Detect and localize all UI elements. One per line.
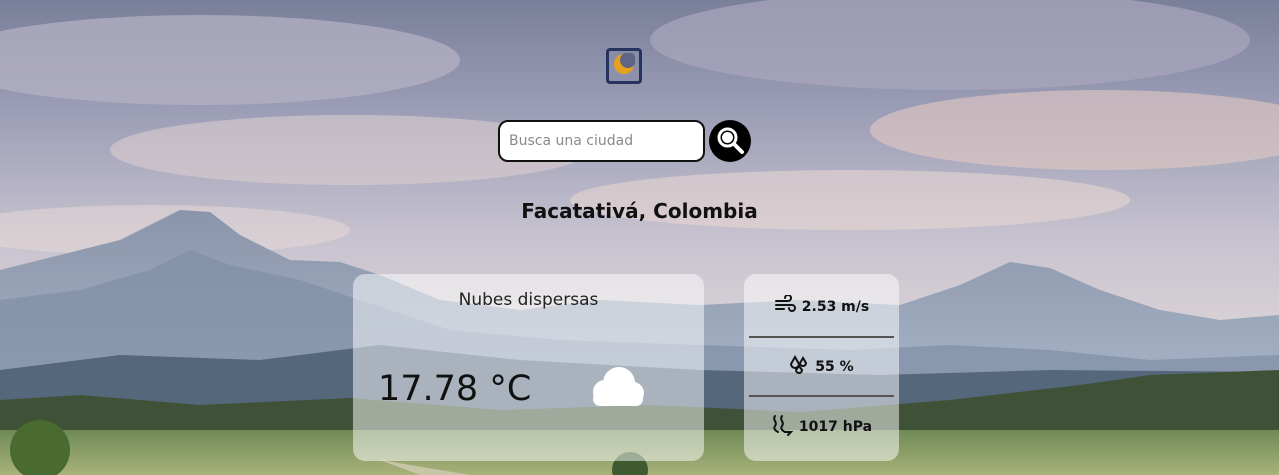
search-icon <box>715 125 745 158</box>
humidity-value: 55 % <box>815 359 854 375</box>
temperature-value: 17.78 °C <box>378 369 532 409</box>
divider <box>749 395 894 397</box>
pressure-value: 1017 hPa <box>798 419 873 435</box>
wind-icon <box>774 294 796 319</box>
search-input[interactable] <box>498 120 705 162</box>
weather-card: Nubes dispersas 17.78 °C <box>353 274 704 461</box>
weather-stats-card: 2.53 m/s 55 % 1017 hPa <box>744 274 899 461</box>
wind-value: 2.53 m/s <box>801 299 870 315</box>
humidity-stat: 55 % <box>744 338 899 396</box>
city-title: Facatativá, Colombia <box>521 199 758 223</box>
humidity-icon <box>789 354 809 379</box>
pressure-stat: 1017 hPa <box>744 398 899 456</box>
cloud-icon <box>583 366 647 414</box>
pressure-icon <box>771 414 794 440</box>
theme-toggle-button[interactable] <box>606 48 642 84</box>
moon-icon <box>613 52 636 79</box>
weather-description: Nubes dispersas <box>458 290 599 310</box>
search-button[interactable] <box>709 120 751 162</box>
wind-stat: 2.53 m/s <box>744 278 899 336</box>
